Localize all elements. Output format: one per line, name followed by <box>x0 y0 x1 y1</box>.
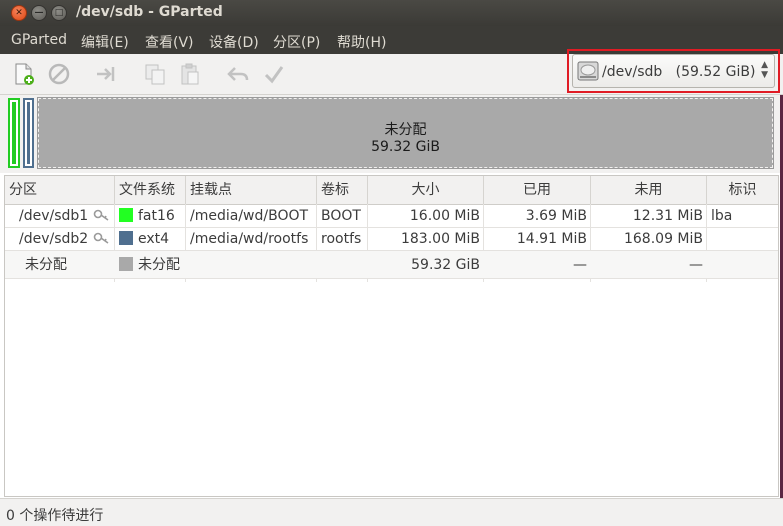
column-unused[interactable]: 未用 <box>591 176 707 204</box>
filesystem: 未分配 <box>115 251 186 279</box>
menu-help[interactable]: 帮助(H) <box>337 32 386 52</box>
pending-operations-status: 0 个操作待进行 <box>6 508 104 524</box>
device-selector-highlight: /dev/sdb (59.52 GiB) ▲ ▼ <box>567 49 780 93</box>
unused: 12.31 MiB <box>632 208 703 224</box>
partition-map-sdb1[interactable] <box>8 98 20 168</box>
size: 16.00 MiB <box>409 208 480 224</box>
menu-gparted[interactable]: GParted <box>11 32 67 48</box>
combo-arrows-icon: ▲ ▼ <box>761 60 768 80</box>
table-row[interactable]: 未分配 未分配 59.32 GiB — — <box>5 251 778 279</box>
device-name: /dev/sdb (59.52 GiB) <box>602 64 756 80</box>
column-partition[interactable]: 分区 <box>5 176 115 204</box>
undo-icon[interactable] <box>226 62 250 86</box>
unallocated-label: 未分配 <box>384 122 427 138</box>
unused: 168.09 MiB <box>623 231 703 247</box>
column-flags[interactable]: 标识 <box>707 176 778 204</box>
key-icon <box>93 209 109 221</box>
table-header: 分区 文件系统 挂载点 卷标 大小 已用 未用 标识 <box>5 176 778 205</box>
new-partition-icon[interactable] <box>12 62 36 86</box>
table-row[interactable]: /dev/sdb2 ext4 /media/wd/rootfs rootfs 1… <box>5 228 778 251</box>
minimize-window-button[interactable]: — <box>31 5 47 21</box>
status-bar: 0 个操作待进行 <box>0 498 783 526</box>
unused: — <box>689 257 703 273</box>
filesystem: fat16 <box>115 205 186 228</box>
menu-partition[interactable]: 分区(P) <box>273 32 320 52</box>
close-window-button[interactable]: ✕ <box>11 5 27 21</box>
partition-name: /dev/sdb2 <box>15 228 115 251</box>
volume-label: rootfs <box>321 231 362 247</box>
filesystem: ext4 <box>115 228 186 251</box>
ext4-color-swatch <box>119 231 133 245</box>
table-row[interactable]: /dev/sdb1 fat16 /media/wd/BOOT BOOT 16.0… <box>5 205 778 228</box>
flags: lba <box>711 208 733 224</box>
size: 59.32 GiB <box>411 257 480 273</box>
size: 183.00 MiB <box>400 231 480 247</box>
hard-disk-icon <box>577 61 599 81</box>
menu-device[interactable]: 设备(D) <box>209 32 259 52</box>
partition-map-unallocated[interactable]: 未分配 59.32 GiB <box>37 97 774 169</box>
menu-view[interactable]: 查看(V) <box>145 32 194 52</box>
copy-icon[interactable] <box>143 62 167 86</box>
used: 14.91 MiB <box>516 231 587 247</box>
flags <box>707 228 778 251</box>
resize-move-icon[interactable] <box>94 62 118 86</box>
column-filesystem[interactable]: 文件系统 <box>115 176 186 204</box>
volume-label <box>317 251 368 279</box>
device-selector[interactable]: /dev/sdb (59.52 GiB) ▲ ▼ <box>572 54 775 88</box>
mountpoint <box>186 251 317 279</box>
fat16-color-swatch <box>119 208 133 222</box>
maximize-window-button[interactable]: □ <box>51 5 67 21</box>
paste-icon[interactable] <box>178 62 202 86</box>
column-size[interactable]: 大小 <box>368 176 484 204</box>
partition-name: 未分配 <box>25 257 67 273</box>
unallocated-color-swatch <box>119 257 133 271</box>
column-mountpoint[interactable]: 挂载点 <box>186 176 317 204</box>
partition-name: /dev/sdb1 <box>15 205 115 228</box>
mountpoint: /media/wd/BOOT <box>190 208 309 224</box>
volume-label: BOOT <box>321 208 361 224</box>
flags <box>707 251 778 279</box>
apply-icon[interactable] <box>262 62 286 86</box>
partition-table: 分区 文件系统 挂载点 卷标 大小 已用 未用 标识 /dev/sdb1 fat… <box>4 175 779 497</box>
unallocated-size: 59.32 GiB <box>371 139 440 155</box>
menu-edit[interactable]: 编辑(E) <box>81 32 129 52</box>
used: 3.69 MiB <box>525 208 587 224</box>
used: — <box>573 257 587 273</box>
column-label[interactable]: 卷标 <box>317 176 368 204</box>
window-title: /dev/sdb - GParted <box>76 4 223 20</box>
disk-map: 未分配 59.32 GiB <box>0 95 783 173</box>
key-icon <box>93 232 109 244</box>
column-used[interactable]: 已用 <box>484 176 591 204</box>
partition-map-sdb2[interactable] <box>23 98 34 168</box>
title-bar: ✕ — □ /dev/sdb - GParted <box>0 0 783 26</box>
mountpoint: /media/wd/rootfs <box>190 231 309 247</box>
delete-icon[interactable] <box>47 62 71 86</box>
